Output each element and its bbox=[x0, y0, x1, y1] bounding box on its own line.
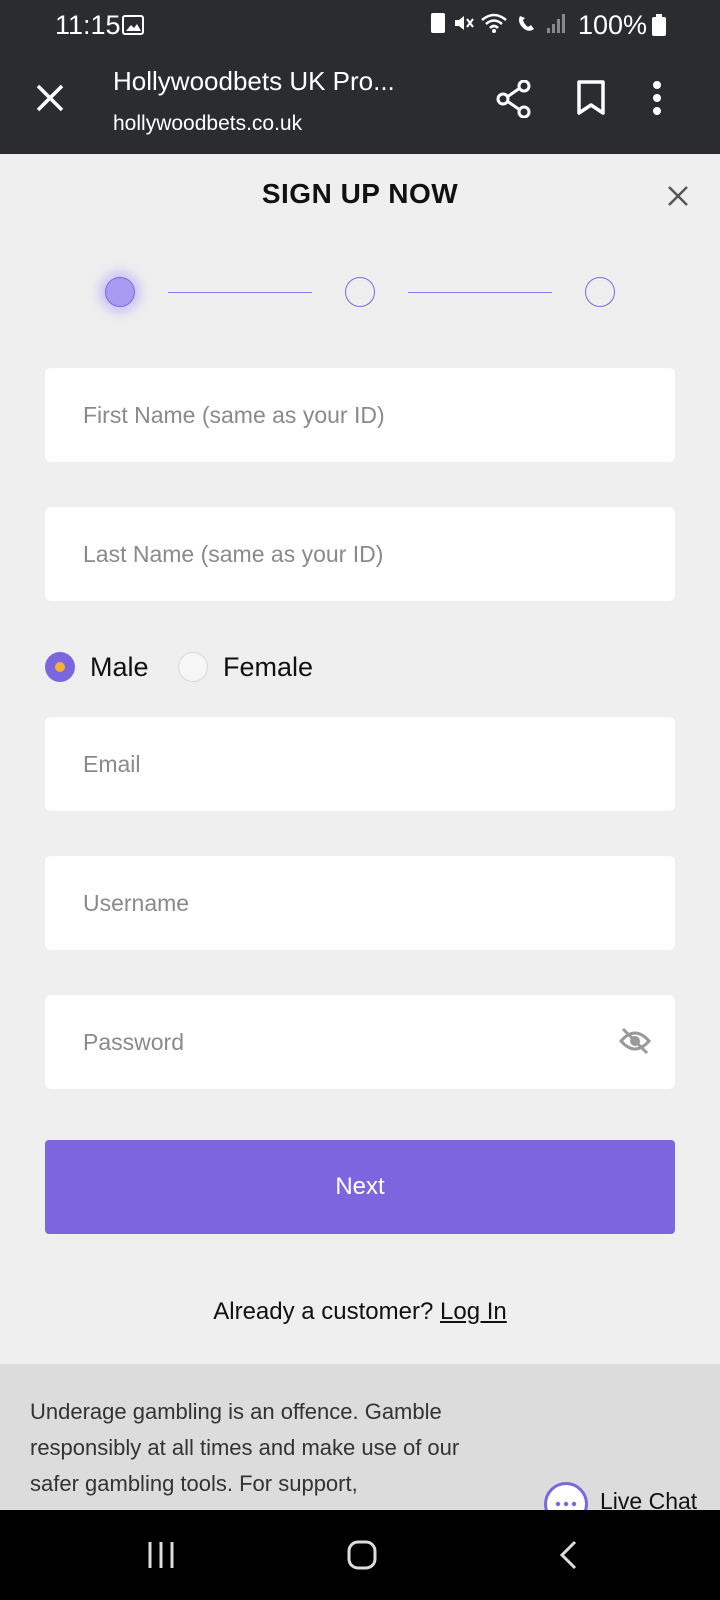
password-field-container bbox=[45, 995, 675, 1089]
page-url[interactable]: hollywoodbets.co.uk bbox=[113, 112, 302, 136]
close-signup-button[interactable] bbox=[668, 186, 688, 211]
email-input[interactable] bbox=[45, 717, 675, 811]
first-name-field-container bbox=[45, 368, 675, 462]
close-tab-button[interactable] bbox=[34, 82, 66, 119]
step-2-indicator bbox=[345, 277, 375, 307]
sim-icon bbox=[431, 13, 445, 33]
login-prompt: Already a customer? Log In bbox=[0, 1298, 720, 1326]
next-button[interactable]: Next bbox=[45, 1140, 675, 1234]
battery-percent: 100% bbox=[578, 10, 648, 40]
browser-toolbar: Hollywoodbets UK Pro... hollywoodbets.co… bbox=[0, 50, 720, 154]
system-nav-bar bbox=[0, 1510, 720, 1600]
email-field-container bbox=[45, 717, 675, 811]
password-input[interactable] bbox=[45, 995, 675, 1089]
more-options-button[interactable] bbox=[652, 80, 662, 121]
signal-icon bbox=[547, 14, 565, 33]
gender-male-radio[interactable] bbox=[45, 652, 75, 682]
share-button[interactable] bbox=[496, 79, 532, 123]
mute-icon bbox=[455, 16, 474, 30]
first-name-input[interactable] bbox=[45, 368, 675, 462]
battery-icon bbox=[652, 14, 666, 36]
step-connector bbox=[168, 292, 312, 293]
eye-off-icon[interactable] bbox=[619, 1027, 651, 1060]
back-button[interactable] bbox=[558, 1540, 578, 1575]
gender-female-radio[interactable] bbox=[178, 652, 208, 682]
username-field-container bbox=[45, 856, 675, 950]
home-button[interactable] bbox=[347, 1540, 377, 1575]
gender-male-label[interactable]: Male bbox=[90, 652, 149, 683]
step-connector bbox=[408, 292, 552, 293]
login-link[interactable]: Log In bbox=[440, 1298, 507, 1325]
signup-title: SIGN UP NOW bbox=[261, 178, 459, 209]
status-time: 11:15 bbox=[55, 10, 121, 40]
gallery-icon bbox=[122, 15, 144, 40]
step-3-indicator bbox=[585, 277, 615, 307]
step-1-indicator bbox=[105, 277, 135, 307]
bookmark-button[interactable] bbox=[576, 80, 606, 121]
gender-female-label[interactable]: Female bbox=[223, 652, 313, 683]
status-icons bbox=[430, 12, 566, 34]
wifi-icon bbox=[481, 13, 507, 33]
status-bar: 11:15 100% bbox=[0, 0, 720, 50]
responsible-gambling-text: Underage gambling is an offence. Gamble … bbox=[30, 1399, 460, 1496]
page-title: Hollywoodbets UK Pro... bbox=[113, 66, 395, 96]
username-input[interactable] bbox=[45, 856, 675, 950]
last-name-input[interactable] bbox=[45, 507, 675, 601]
wifi-calling-icon bbox=[519, 16, 534, 31]
customer-prompt-text: Already a customer? bbox=[213, 1298, 434, 1325]
footer: Underage gambling is an offence. Gamble … bbox=[0, 1364, 720, 1526]
last-name-field-container bbox=[45, 507, 675, 601]
recent-apps-button[interactable] bbox=[146, 1540, 176, 1575]
